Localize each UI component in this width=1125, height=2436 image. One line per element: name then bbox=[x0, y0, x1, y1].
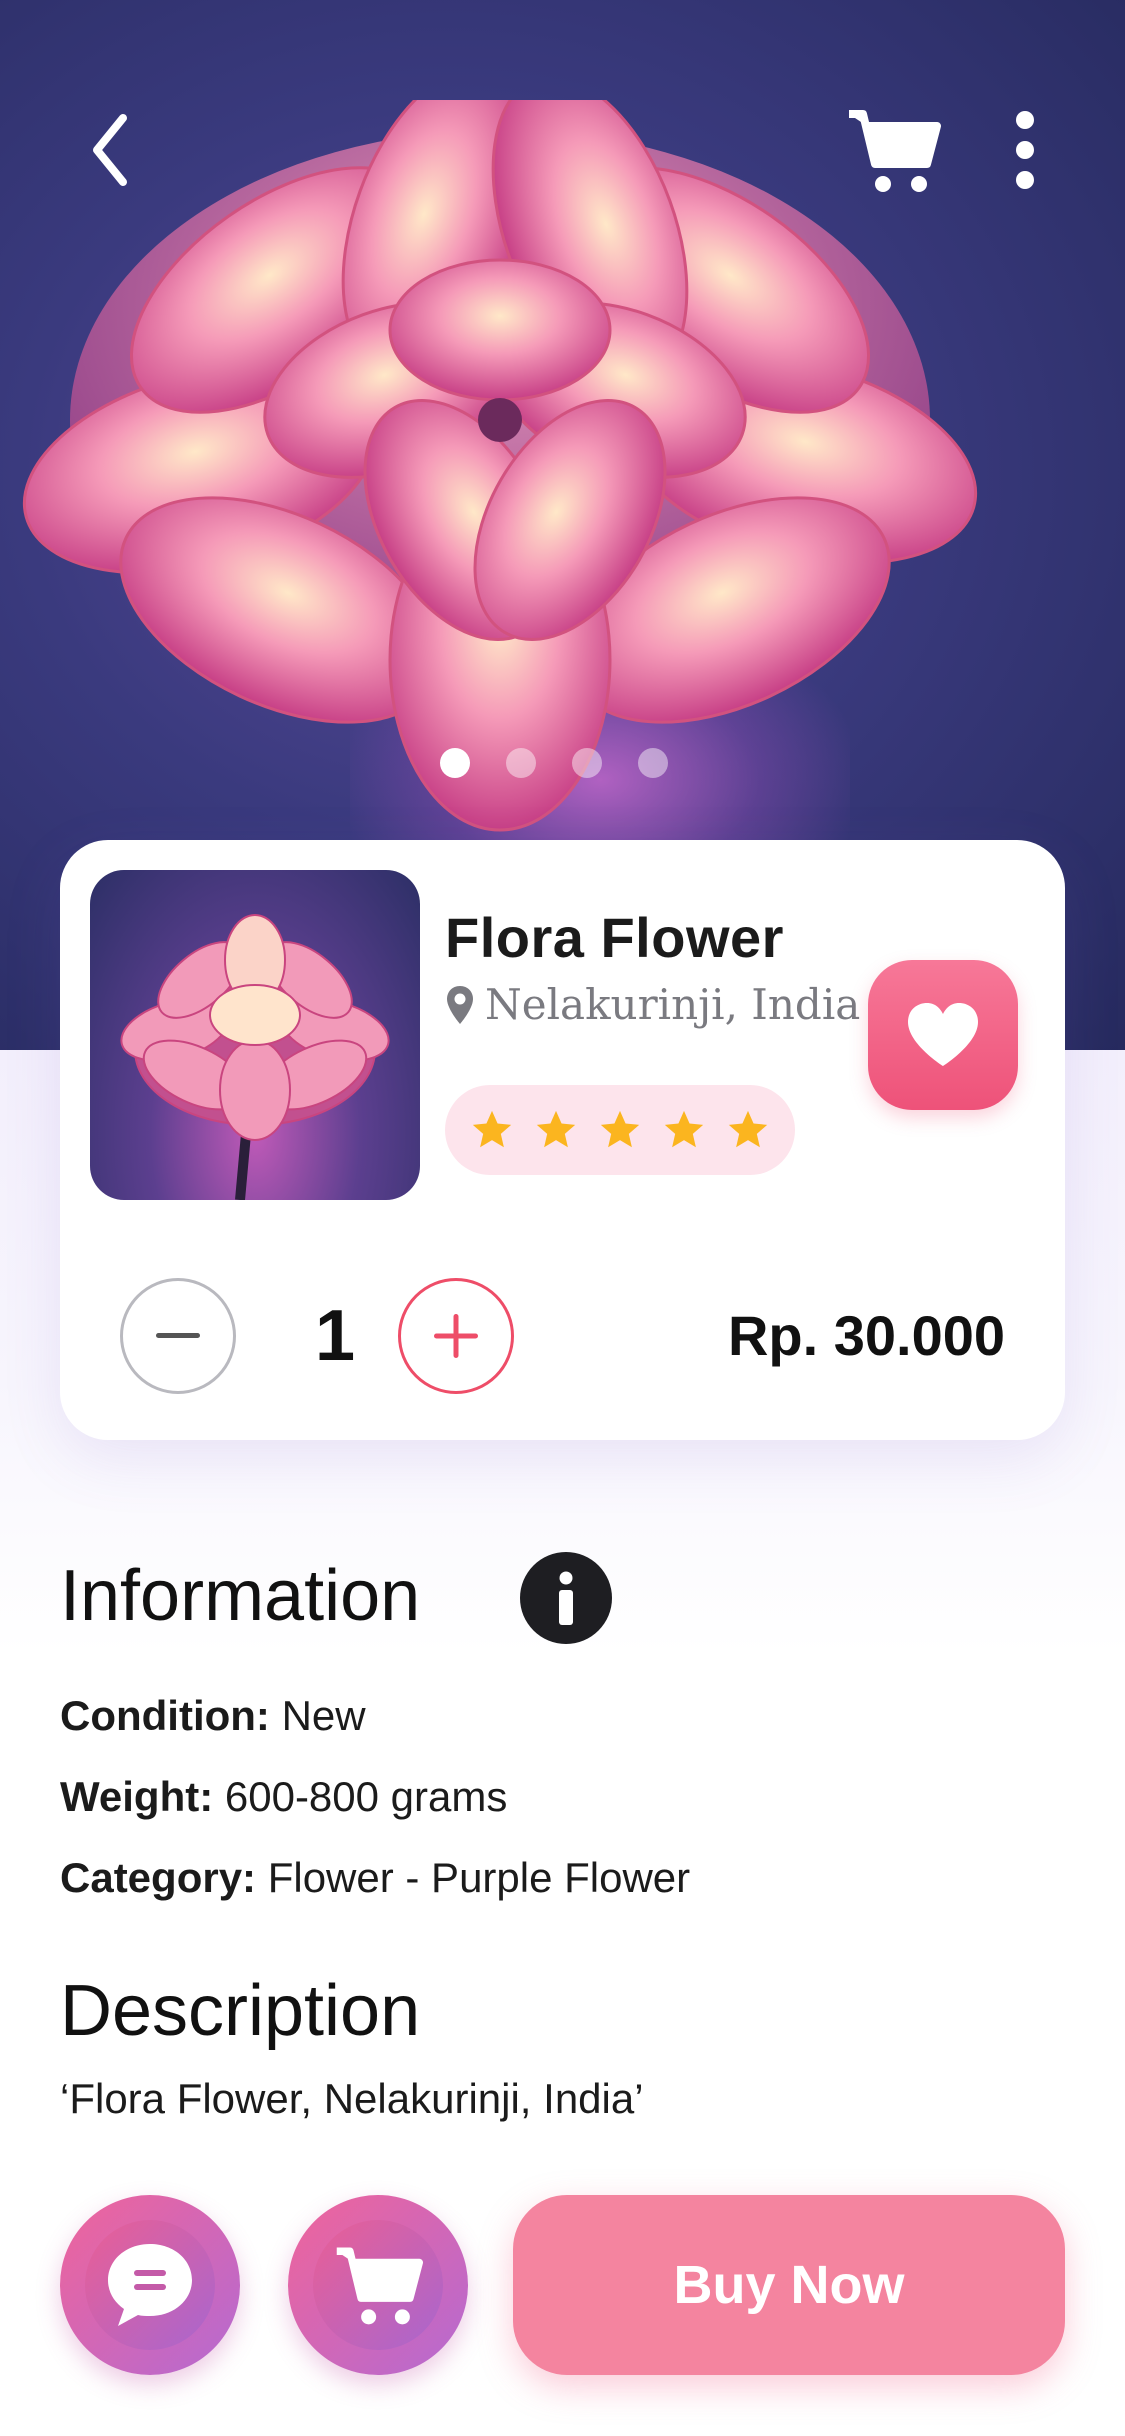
description-text: ‘Flora Flower, Nelakurinji, India’ bbox=[60, 2075, 644, 2122]
info-value: Flower - Purple Flower bbox=[256, 1854, 691, 1901]
thumbnail-flower-image bbox=[120, 914, 390, 1200]
buy-now-button[interactable]: Buy Now bbox=[513, 2195, 1065, 2375]
info-row-category: Category: Flower - Purple Flower bbox=[60, 1854, 690, 1902]
chat-icon bbox=[108, 2244, 192, 2326]
information-heading: Information bbox=[60, 1556, 421, 1636]
product-card: Flora Flower Nelakurinji, India 1 Rp. 30… bbox=[60, 840, 1065, 1440]
info-row-weight: Weight: 600-800 grams bbox=[60, 1773, 507, 1821]
chevron-left-icon bbox=[93, 114, 127, 186]
product-name: Flora Flower bbox=[445, 906, 784, 969]
product-price: Rp. 30.000 bbox=[727, 1304, 1005, 1367]
info-glyph bbox=[559, 1571, 573, 1625]
minus-icon bbox=[156, 1333, 200, 1338]
quantity-decrease-button[interactable] bbox=[120, 1278, 236, 1394]
location-text: Nelakurinji, India bbox=[485, 980, 861, 1029]
info-icon[interactable] bbox=[520, 1552, 612, 1644]
product-location: Nelakurinji, India bbox=[445, 980, 860, 1029]
info-value: New bbox=[269, 1692, 366, 1739]
cart-button-inner bbox=[313, 2220, 443, 2350]
description-heading: Description bbox=[60, 1971, 421, 2051]
info-key: Category: bbox=[60, 1854, 257, 1901]
more-options-button[interactable] bbox=[990, 100, 1060, 200]
info-key: Weight: bbox=[60, 1773, 214, 1820]
product-thumbnail[interactable] bbox=[90, 870, 420, 1200]
favorite-button[interactable] bbox=[868, 960, 1018, 1110]
plus-icon bbox=[434, 1314, 478, 1358]
carousel-dot-1[interactable] bbox=[440, 748, 470, 778]
star-icon bbox=[600, 1110, 640, 1148]
cart-icon bbox=[336, 2247, 423, 2325]
flower-image bbox=[22, 100, 978, 832]
quantity-increase-button[interactable] bbox=[398, 1278, 514, 1394]
star-icon bbox=[728, 1110, 768, 1148]
info-key: Condition: bbox=[60, 1692, 270, 1739]
cart-top-button[interactable] bbox=[838, 100, 948, 200]
carousel-dot-2[interactable] bbox=[506, 748, 536, 778]
add-to-cart-button[interactable] bbox=[288, 2195, 468, 2375]
chat-button-inner bbox=[85, 2220, 215, 2350]
chat-button[interactable] bbox=[60, 2195, 240, 2375]
vertical-dots-icon bbox=[1016, 111, 1034, 189]
star-icon bbox=[536, 1110, 576, 1148]
back-button[interactable] bbox=[70, 100, 150, 200]
heart-icon bbox=[908, 1003, 978, 1066]
carousel-indicator[interactable] bbox=[440, 748, 668, 778]
info-value: 600-800 grams bbox=[213, 1773, 508, 1820]
carousel-dot-3[interactable] bbox=[572, 748, 602, 778]
star-icon bbox=[472, 1110, 512, 1148]
rating-badge bbox=[445, 1085, 795, 1175]
star-icon bbox=[664, 1110, 704, 1148]
carousel-dot-4[interactable] bbox=[638, 748, 668, 778]
info-row-condition: Condition: New bbox=[60, 1692, 366, 1740]
cart-icon bbox=[849, 110, 941, 192]
quantity-value: 1 bbox=[314, 1296, 356, 1376]
location-pin-icon bbox=[447, 985, 473, 1024]
